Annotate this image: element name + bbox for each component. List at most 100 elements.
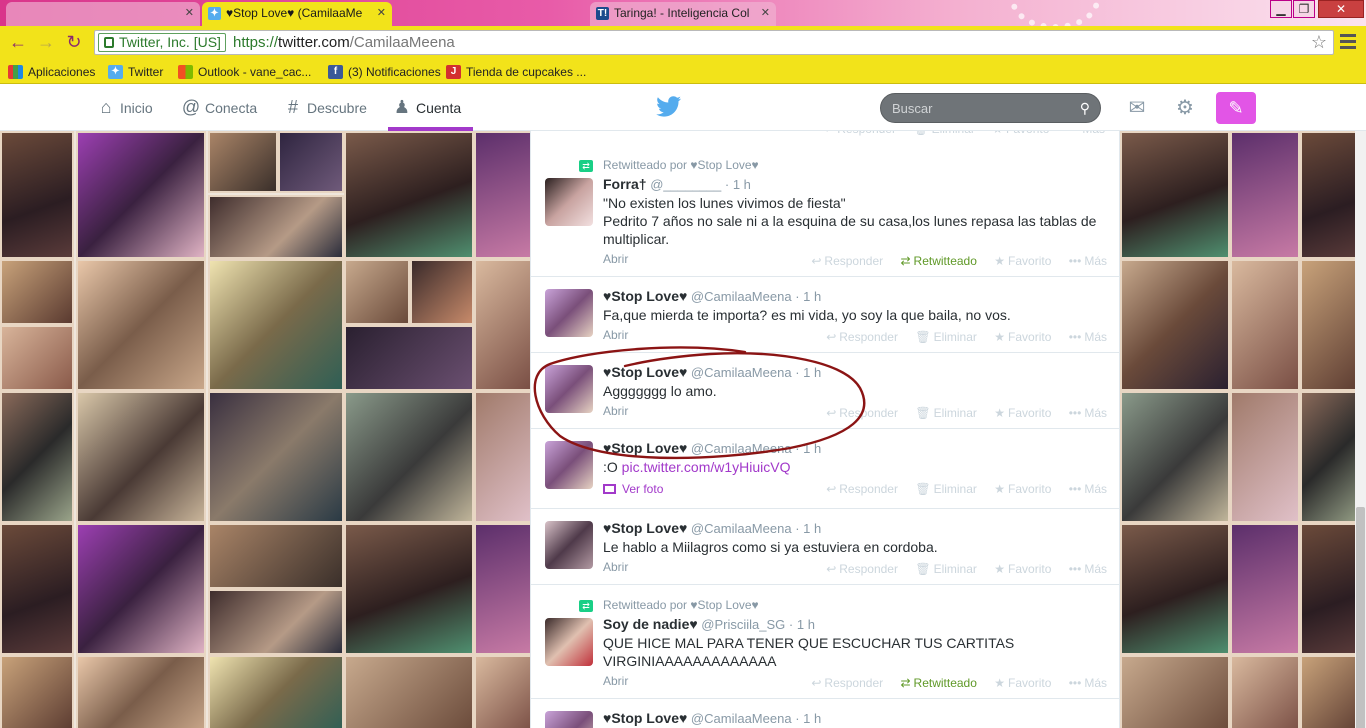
- tweet-item[interactable]: ⇄ Retwitteado por ♥Stop Love♥ Forra† @___…: [531, 145, 1119, 277]
- more-action[interactable]: •••Más: [1069, 254, 1107, 268]
- search-input[interactable]: [881, 94, 1071, 122]
- reply-action[interactable]: ↩Responder: [826, 482, 898, 496]
- reply-action[interactable]: ↩Responder: [826, 330, 898, 344]
- more-action[interactable]: •••Más: [1069, 330, 1107, 344]
- back-button[interactable]: ←: [8, 32, 28, 52]
- tweet-fullname[interactable]: Forra†: [603, 176, 647, 192]
- close-window-button[interactable]: ✕: [1318, 0, 1364, 18]
- gear-icon[interactable]: ⚙: [1173, 96, 1197, 120]
- page-scrollbar[interactable]: [1355, 131, 1366, 728]
- reply-action[interactable]: ↩Responder: [811, 254, 883, 268]
- address-bar[interactable]: Twitter, Inc. [US] https://twitter.com/C…: [94, 30, 1334, 55]
- tweet-fullname[interactable]: ♥Stop Love♥: [603, 364, 687, 380]
- browser-tab-twitter[interactable]: ✦ ♥Stop Love♥ (CamilaaMe ✕: [202, 2, 392, 26]
- tweet-fullname[interactable]: ♥Stop Love♥: [603, 710, 687, 726]
- favorite-action[interactable]: ★Favorito: [994, 562, 1051, 576]
- favorite-action[interactable]: ★Favorito: [994, 676, 1051, 690]
- tweet-time[interactable]: · 1 h: [795, 711, 821, 726]
- tweet-username[interactable]: @CamilaaMeena: [691, 711, 792, 726]
- avatar[interactable]: [545, 521, 593, 569]
- twitter-bird-logo-icon[interactable]: [656, 96, 682, 118]
- bookmark-outlook[interactable]: Outlook - vane_cac...: [178, 63, 311, 81]
- nav-discover[interactable]: # Descubre: [283, 84, 367, 130]
- tweet-fullname[interactable]: ♥Stop Love♥: [603, 520, 687, 536]
- tweet-username[interactable]: @CamilaaMeena: [691, 289, 792, 304]
- tweet-username[interactable]: @Prisciila_SG: [701, 617, 785, 632]
- bookmark-cupcakes[interactable]: J Tienda de cupcakes ...: [446, 63, 586, 81]
- url-text[interactable]: https://twitter.com/CamilaaMeena: [233, 34, 455, 52]
- tweet-item[interactable]: ♥Stop Love♥ @CamilaaMeena · 1 h: [531, 699, 1119, 728]
- reply-action[interactable]: ↩Responder: [811, 676, 883, 690]
- close-tab-icon[interactable]: ✕: [761, 2, 770, 24]
- tweet-item[interactable]: ♥Stop Love♥ @CamilaaMeena · 1 h Fa,que m…: [531, 277, 1119, 353]
- avatar[interactable]: [545, 711, 593, 728]
- favorite-action[interactable]: ★Favorito: [994, 406, 1051, 420]
- nav-home[interactable]: ⌂ Inicio: [96, 84, 153, 130]
- reply-action[interactable]: ↩Responder: [826, 562, 898, 576]
- more-action[interactable]: •••Más: [1067, 131, 1105, 136]
- favorite-action[interactable]: ★Favorito: [994, 482, 1051, 496]
- bookmark-apps[interactable]: Aplicaciones: [8, 63, 95, 81]
- more-action[interactable]: •••Más: [1069, 562, 1107, 576]
- tweet-time[interactable]: · 1 h: [795, 441, 821, 456]
- browser-tab-taringa[interactable]: T! Taringa! - Inteligencia Col ✕: [590, 2, 776, 26]
- avatar[interactable]: [545, 441, 593, 489]
- tweet-username[interactable]: @CamilaaMeena: [691, 521, 792, 536]
- tweet-fullname[interactable]: Soy de nadie♥: [603, 616, 698, 632]
- tweet-fullname[interactable]: ♥Stop Love♥: [603, 440, 687, 456]
- delete-action[interactable]: 🗑Eliminar: [913, 131, 975, 136]
- tweet-fullname[interactable]: ♥Stop Love♥: [603, 288, 687, 304]
- envelope-icon[interactable]: ✉: [1125, 96, 1149, 120]
- search-icon[interactable]: ⚲: [1080, 100, 1090, 117]
- forward-button[interactable]: →: [36, 32, 56, 52]
- tweet-expand-link[interactable]: Abrir: [603, 674, 628, 688]
- more-action[interactable]: •••Más: [1069, 482, 1107, 496]
- favorite-action[interactable]: ★Favorito: [994, 330, 1051, 344]
- bookmark-facebook[interactable]: f (3) Notificaciones: [328, 63, 441, 81]
- tweet-username[interactable]: @CamilaaMeena: [691, 441, 792, 456]
- avatar[interactable]: [545, 289, 593, 337]
- tweet-username[interactable]: @________: [650, 177, 721, 192]
- bookmark-twitter[interactable]: ✦ Twitter: [108, 63, 163, 81]
- tweet-time[interactable]: · 1 h: [725, 177, 751, 192]
- close-tab-icon[interactable]: ✕: [185, 2, 194, 24]
- view-photo-link[interactable]: Ver foto: [603, 482, 663, 496]
- maximize-window-button[interactable]: ❐: [1293, 0, 1315, 18]
- tweet-expand-link[interactable]: Abrir: [603, 252, 628, 266]
- tweet-time[interactable]: · 1 h: [795, 365, 821, 380]
- tweet-item[interactable]: ♥Stop Love♥ @CamilaaMeena · 1 h :O pic.t…: [531, 429, 1119, 509]
- reply-action[interactable]: ↩Responder: [826, 406, 898, 420]
- tweet-item[interactable]: ⇄ Retwitteado por ♥Stop Love♥ Soy de nadi…: [531, 585, 1119, 699]
- retweeted-action[interactable]: ⇄ Retwitteado: [900, 254, 976, 268]
- nav-account[interactable]: ♟ Cuenta: [387, 84, 474, 131]
- close-tab-icon[interactable]: ✕: [377, 2, 386, 24]
- tweet-time[interactable]: · 1 h: [795, 521, 821, 536]
- avatar[interactable]: [545, 618, 593, 666]
- favorite-action[interactable]: ★Favorito: [994, 254, 1051, 268]
- avatar[interactable]: [545, 365, 593, 413]
- more-action[interactable]: •••Más: [1069, 406, 1107, 420]
- tweet-time[interactable]: · 1 h: [789, 617, 815, 632]
- scrollbar-thumb[interactable]: [1356, 507, 1365, 728]
- avatar[interactable]: [545, 178, 593, 226]
- browser-tab-1[interactable]: ✕: [6, 2, 200, 26]
- delete-action[interactable]: 🗑Eliminar: [915, 562, 977, 576]
- delete-action[interactable]: 🗑Eliminar: [915, 330, 977, 344]
- search-box[interactable]: ⚲: [880, 93, 1101, 123]
- more-action[interactable]: •••Más: [1069, 676, 1107, 690]
- nav-connect[interactable]: @ Conecta: [181, 84, 257, 130]
- tweet-expand-link[interactable]: Abrir: [603, 328, 628, 342]
- reload-button[interactable]: ↻: [64, 32, 84, 52]
- delete-action[interactable]: 🗑Eliminar: [915, 482, 977, 496]
- tweet-item[interactable]: ♥Stop Love♥ @CamilaaMeena · 1 h Le hablo…: [531, 509, 1119, 585]
- bookmark-star-icon[interactable]: ☆: [1311, 32, 1327, 53]
- tweet-expand-link[interactable]: Abrir: [603, 404, 628, 418]
- tweet-photo-link[interactable]: pic.twitter.com/w1yHiuicVQ: [622, 459, 791, 475]
- minimize-window-button[interactable]: ▁: [1270, 0, 1292, 18]
- tweet-time[interactable]: · 1 h: [795, 289, 821, 304]
- delete-action[interactable]: 🗑Eliminar: [915, 406, 977, 420]
- tweet-expand-link[interactable]: Abrir: [603, 560, 628, 574]
- tweet-username[interactable]: @CamilaaMeena: [691, 365, 792, 380]
- retweeted-action[interactable]: ⇄ Retwitteado: [900, 676, 976, 690]
- chrome-menu-icon[interactable]: [1340, 34, 1356, 50]
